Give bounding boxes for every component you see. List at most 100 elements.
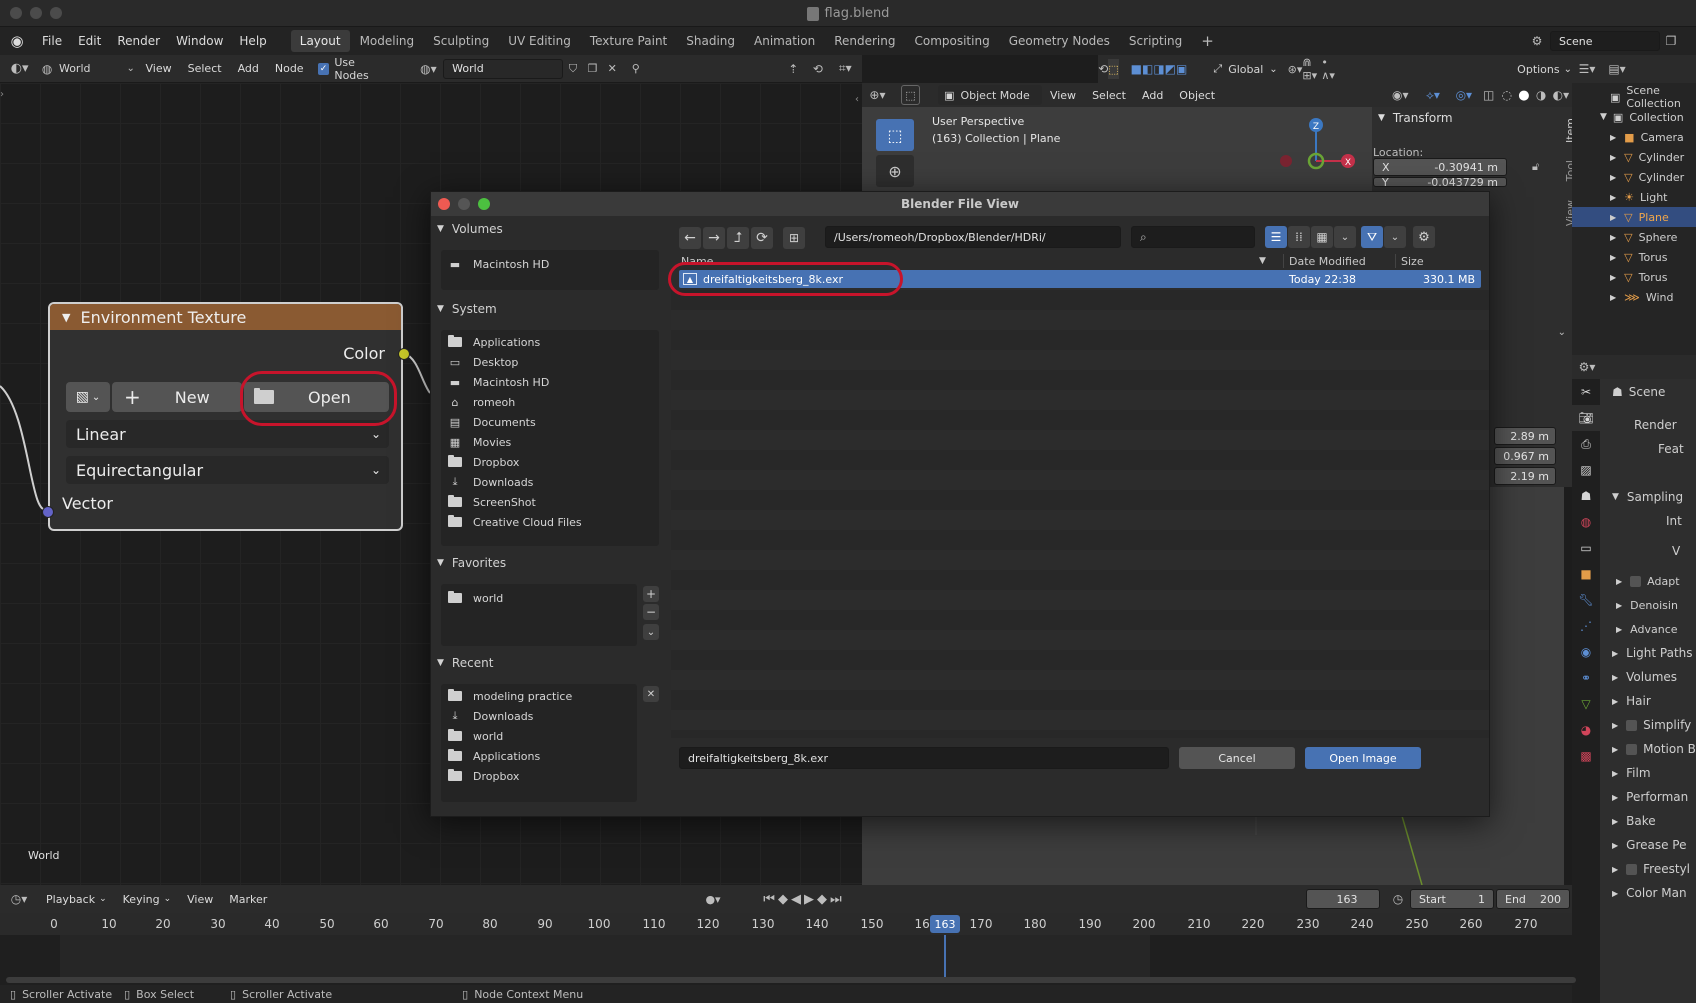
- location-x-field[interactable]: X -0.30941 m: [1373, 158, 1507, 176]
- bookmark-item[interactable]: Creative Cloud Files: [441, 512, 659, 532]
- settings-gear-icon[interactable]: ⚙: [1413, 226, 1435, 248]
- outliner-item-selected[interactable]: ▶ ▽ Plane: [1572, 207, 1696, 227]
- section-color-management[interactable]: ▶ Color Man: [1600, 881, 1696, 905]
- world-name-field[interactable]: World: [443, 58, 564, 79]
- preview-range-clock-icon[interactable]: ◷: [1388, 892, 1408, 906]
- data-tab-icon[interactable]: ▽: [1572, 691, 1600, 717]
- bookmark-item[interactable]: ▦ Movies: [441, 432, 659, 452]
- bookmark-item[interactable]: ⌂ romeoh: [441, 392, 659, 412]
- section-motion-blur[interactable]: ▶ Motion B: [1600, 737, 1696, 761]
- checkbox-icon[interactable]: [1626, 719, 1638, 731]
- dialog-minimize-button[interactable]: [458, 198, 470, 210]
- dimension-z-field[interactable]: 2.19 m: [1494, 467, 1556, 485]
- proportional-edit-icon[interactable]: • ∧▾: [1321, 56, 1337, 82]
- select-box-icon[interactable]: ⬚: [1108, 59, 1119, 79]
- section-performance[interactable]: ▶ Performan: [1600, 785, 1696, 809]
- recent-item[interactable]: Applications: [441, 746, 637, 766]
- editor-type-icon[interactable]: ⊕▾: [862, 88, 893, 102]
- outliner-item[interactable]: ▶ ▽ Torus: [1610, 247, 1696, 267]
- section-denoising[interactable]: ▶ Denoisin: [1600, 593, 1696, 617]
- overlay-toggle-icon[interactable]: ◎▾: [1448, 88, 1479, 102]
- visibility-eye-icon[interactable]: ◉▾: [1383, 88, 1417, 102]
- viewport-menu-object[interactable]: Object: [1171, 81, 1223, 109]
- file-list[interactable]: ▲ dreifaltigkeitsberg_8k.exr Today 22:38…: [668, 262, 1489, 738]
- copy-scene-icon[interactable]: ❐: [1660, 34, 1682, 48]
- add-bookmark-plus-icon[interactable]: +: [643, 586, 659, 602]
- section-volumes[interactable]: ▶ Volumes: [1600, 665, 1696, 689]
- gizmo-neg-x-axis[interactable]: [1280, 155, 1292, 167]
- frame-ruler[interactable]: 0 10 20 30 40 50 60 70 80 90 100 110 120…: [0, 913, 1572, 935]
- tab-modeling[interactable]: Modeling: [351, 30, 424, 52]
- view-layer-tab-icon[interactable]: ▨: [1572, 457, 1600, 483]
- checkbox-icon[interactable]: [1630, 575, 1642, 587]
- world-browse-icon[interactable]: ◍▾: [414, 62, 443, 76]
- mode-dropdown[interactable]: ▣ Object Mode: [938, 85, 1042, 105]
- lock-icon[interactable]: 🔓︎: [1532, 160, 1539, 174]
- checkbox-icon[interactable]: [1626, 743, 1638, 755]
- scene-field[interactable]: Scene: [1550, 31, 1660, 51]
- filter-funnel-icon[interactable]: ⛛: [1361, 226, 1383, 248]
- selection-mode-icons[interactable]: ■◧◨◩▣: [1131, 62, 1188, 76]
- playback-controls[interactable]: ⏮◆◀▶◆⏭: [744, 892, 864, 907]
- menu-help[interactable]: Help: [231, 27, 274, 55]
- node-menu-view[interactable]: View: [138, 55, 180, 83]
- bookmark-item[interactable]: ScreenShot: [441, 492, 659, 512]
- wireframe-shading-icon[interactable]: ◌: [1498, 88, 1515, 102]
- vertical-list-icon[interactable]: ☰: [1265, 226, 1287, 248]
- chevron-down-icon[interactable]: ⌄: [1384, 226, 1406, 248]
- outliner-collection[interactable]: ▼ ▣ Collection: [1600, 107, 1696, 127]
- material-shading-icon[interactable]: ◑: [1533, 88, 1550, 102]
- snapping-icon[interactable]: ⋒ ⊞▾: [1302, 56, 1321, 82]
- section-bake[interactable]: ▶ Bake: [1600, 809, 1696, 833]
- outliner-item[interactable]: ▶ ☀ Light: [1610, 187, 1696, 207]
- system-header[interactable]: ▼ System: [437, 302, 497, 316]
- node-menu-add[interactable]: Add: [230, 55, 267, 83]
- recent-item[interactable]: ⤓ Downloads: [441, 706, 637, 726]
- parent-dir-icon[interactable]: ⮥: [727, 227, 749, 249]
- toolbar-collapse-icon[interactable]: ‹: [855, 94, 859, 105]
- recent-item[interactable]: Dropbox: [441, 766, 637, 786]
- outliner-item[interactable]: ▶ ▽ Sphere: [1610, 227, 1696, 247]
- solid-shading-icon[interactable]: ●: [1515, 88, 1532, 103]
- unlink-x-icon[interactable]: ✕: [602, 62, 622, 75]
- outliner-scene-collection[interactable]: ▣ Scene Collection: [1610, 84, 1696, 110]
- duplicate-icon[interactable]: ❐: [583, 62, 603, 75]
- timeline-menu-keying[interactable]: Keying ⌄: [115, 885, 180, 913]
- timeline-menu-marker[interactable]: Marker: [221, 885, 275, 913]
- bookmark-item[interactable]: ▬ Macintosh HD: [441, 372, 659, 392]
- tab-texture-paint[interactable]: Texture Paint: [581, 30, 676, 52]
- tab-sculpting[interactable]: Sculpting: [424, 30, 498, 52]
- menu-edit[interactable]: Edit: [70, 27, 109, 55]
- select-tool-button[interactable]: ⬚: [876, 119, 914, 151]
- world-tab-icon[interactable]: ◍: [1572, 509, 1600, 535]
- section-simplify[interactable]: ▶ Simplify: [1600, 713, 1696, 737]
- pin-icon[interactable]: ⚲: [622, 62, 649, 75]
- constraints-tab-icon[interactable]: ⚭: [1572, 665, 1600, 691]
- node-menu-node[interactable]: Node: [267, 55, 312, 83]
- viewport-menu-view[interactable]: View: [1042, 81, 1084, 109]
- scene-selector[interactable]: ⚙ Scene ❐: [1524, 30, 1694, 52]
- vector-input-socket[interactable]: [42, 506, 54, 518]
- node-menu-select[interactable]: Select: [180, 55, 230, 83]
- new-folder-icon[interactable]: ⊞: [783, 227, 805, 249]
- tab-geometry-nodes[interactable]: Geometry Nodes: [1000, 30, 1119, 52]
- select-tool-icon[interactable]: ⬚: [900, 85, 921, 105]
- remove-bookmark-minus-icon[interactable]: −: [643, 604, 659, 620]
- timeline-menu-view[interactable]: View: [179, 885, 221, 913]
- properties-editor-icon[interactable]: ⚙▾: [1572, 355, 1602, 379]
- output-tab-icon[interactable]: ⎙: [1572, 431, 1600, 457]
- forward-arrow-icon[interactable]: →: [703, 227, 725, 249]
- section-grease-pencil[interactable]: ▶ Grease Pe: [1600, 833, 1696, 857]
- tab-shading[interactable]: Shading: [677, 30, 744, 52]
- column-date-modified[interactable]: Date Modified: [1289, 255, 1366, 268]
- bookmark-item[interactable]: ▭ Desktop: [441, 352, 659, 372]
- color-output-socket[interactable]: [398, 348, 410, 360]
- navigation-gizmo[interactable]: Z X: [1272, 113, 1362, 183]
- outliner-editor-icon[interactable]: ☰▾: [1572, 62, 1602, 76]
- section-sampling[interactable]: ▼ Sampling: [1600, 485, 1696, 509]
- timeline-menu-playback[interactable]: Playback ⌄: [38, 885, 115, 913]
- column-size[interactable]: Size: [1401, 255, 1424, 268]
- use-nodes-toggle[interactable]: ✓ Use Nodes: [317, 56, 392, 82]
- checkbox-icon[interactable]: [1626, 863, 1638, 875]
- chevron-down-icon[interactable]: ⌄: [1490, 327, 1572, 338]
